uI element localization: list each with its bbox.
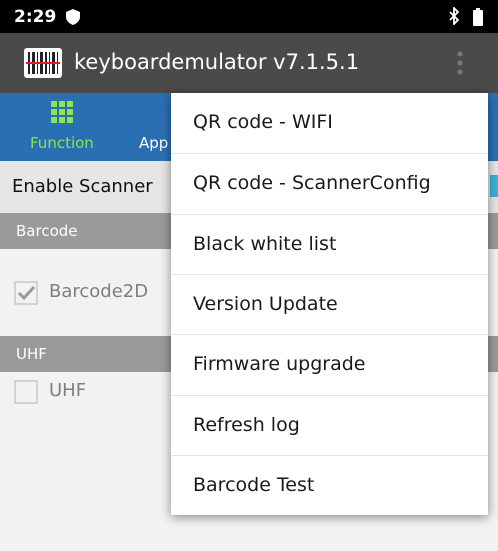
menu-item-qr-scannerconfig[interactable]: QR code - ScannerConfig — [171, 153, 488, 213]
menu-item-label: Black white list — [193, 233, 337, 255]
menu-item-black-white-list[interactable]: Black white list — [171, 214, 488, 274]
enable-scanner-toggle[interactable] — [490, 175, 498, 197]
bluetooth-icon — [448, 5, 460, 29]
barcode2d-checkbox[interactable] — [14, 281, 38, 309]
menu-item-label: Refresh log — [193, 414, 300, 436]
menu-item-refresh-log[interactable]: Refresh log — [171, 395, 488, 455]
shield-icon — [66, 9, 80, 29]
status-bar: 2:29 — [0, 0, 498, 33]
menu-item-label: Version Update — [193, 293, 338, 315]
uhf-checkbox[interactable] — [14, 380, 38, 408]
barcode-logo-icon — [24, 48, 62, 82]
menu-item-label: Barcode Test — [193, 474, 315, 496]
barcode2d-label: Barcode2D — [49, 281, 149, 302]
battery-icon — [472, 8, 484, 30]
more-vert-icon[interactable] — [456, 50, 464, 80]
menu-item-barcode-test[interactable]: Barcode Test — [171, 455, 488, 515]
tab-app[interactable]: App — [139, 134, 168, 152]
section-title-uhf: UHF — [16, 345, 47, 363]
menu-item-qr-wifi[interactable]: QR code - WIFI — [171, 93, 488, 153]
overflow-menu: QR code - WIFI QR code - ScannerConfig B… — [171, 93, 488, 515]
grid-icon[interactable] — [51, 101, 73, 127]
menu-item-version-update[interactable]: Version Update — [171, 274, 488, 334]
menu-item-firmware-upgrade[interactable]: Firmware upgrade — [171, 334, 488, 394]
app-title: keyboardemulator v7.1.5.1 — [74, 50, 360, 74]
menu-item-label: QR code - WIFI — [193, 111, 333, 133]
menu-item-label: Firmware upgrade — [193, 353, 366, 375]
tab-function[interactable]: Function — [30, 134, 94, 152]
enable-scanner-label: Enable Scanner — [12, 176, 153, 197]
section-title-barcode: Barcode — [16, 222, 78, 240]
uhf-label: UHF — [49, 380, 87, 401]
menu-item-label: QR code - ScannerConfig — [193, 172, 431, 194]
app-bar: keyboardemulator v7.1.5.1 — [0, 33, 498, 93]
status-time: 2:29 — [14, 7, 57, 27]
